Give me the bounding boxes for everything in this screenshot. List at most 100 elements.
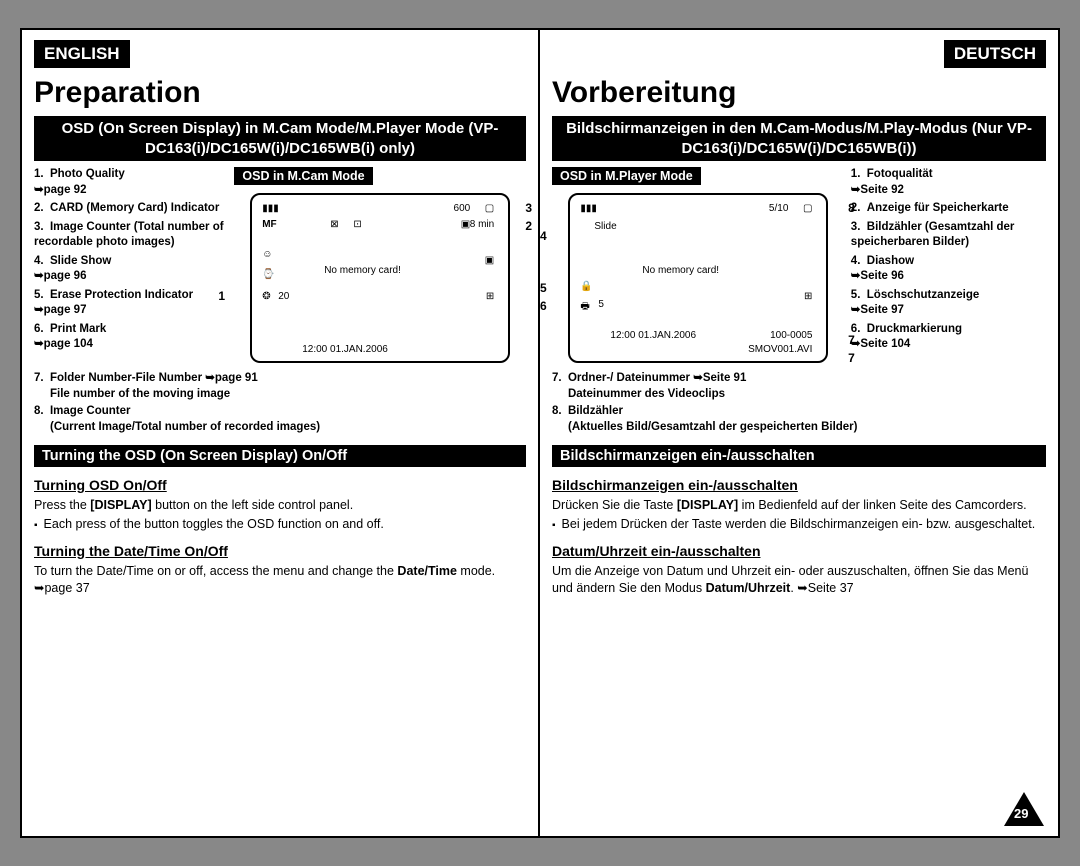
subhead-osd-onoff-de: Bildschirmanzeigen ein-/ausschalten bbox=[552, 477, 1046, 493]
column-deutsch: DEUTSCH Vorbereitung Bildschirmanzeigen … bbox=[540, 30, 1058, 836]
subhead-osd-onoff-en: Turning OSD On/Off bbox=[34, 477, 526, 493]
body-osd-onoff-de: Drücken Sie die Taste [DISPLAY] im Bedie… bbox=[552, 497, 1046, 533]
datetime-key: Date/Time bbox=[397, 564, 457, 578]
page-ref: ➥Seite 92 bbox=[851, 184, 904, 196]
osd-band-en: OSD (On Screen Display) in M.Cam Mode/M.… bbox=[34, 116, 526, 161]
osd-onoff-band-en: Turning the OSD (On Screen Display) On/O… bbox=[34, 445, 526, 467]
body-text: Press the bbox=[34, 498, 90, 512]
legend-sub: (Current Image/Total number of recorded … bbox=[50, 421, 320, 433]
battery-icon: ▮▮▮ bbox=[580, 203, 597, 214]
body-text: Drücken Sie die Taste bbox=[552, 498, 677, 512]
page-ref: ➥Seite 97 bbox=[851, 304, 904, 316]
legend-item: Folder Number-File Number ➥page 91 bbox=[50, 372, 258, 384]
legend-item: Bildzähler (Gesamtzahl der speicherbaren… bbox=[851, 221, 1015, 249]
legend-item: Print Mark bbox=[50, 323, 106, 335]
display-key: [DISPLAY] bbox=[677, 498, 738, 512]
card-icon: ▢ bbox=[485, 203, 494, 214]
page-ref: ➥page 96 bbox=[34, 270, 86, 282]
slide-label: Slide bbox=[594, 221, 616, 232]
manual-page: ENGLISH Preparation OSD (On Screen Displ… bbox=[20, 28, 1060, 838]
body-text: button on the left side control panel. bbox=[152, 498, 354, 512]
lcd-screen-mplayer: ▮▮▮ 5/10 ▢ Slide No memory card! 🔒 🖶 5 ⊞… bbox=[568, 193, 828, 363]
mf-icon: MF bbox=[262, 219, 276, 230]
legend-item: Photo Quality bbox=[50, 168, 125, 180]
body-datetime-de: Um die Anzeige von Datum und Uhrzeit ein… bbox=[552, 563, 1046, 597]
section-title-en: Preparation bbox=[34, 76, 526, 110]
legend-item: CARD (Memory Card) Indicator bbox=[50, 202, 219, 214]
body-text: im Bedienfeld auf der linken Seite des C… bbox=[738, 498, 1026, 512]
page-ref: ➥page 104 bbox=[34, 338, 93, 350]
datetime: 12:00 01.JAN.2006 bbox=[610, 330, 696, 341]
legend-item: Löschschutzanzeige bbox=[867, 289, 979, 301]
legend-continued-en: 7. Folder Number-File Number ➥page 91 Fi… bbox=[34, 371, 526, 435]
callout-5: 5 bbox=[540, 281, 547, 295]
lang-tab-english: ENGLISH bbox=[34, 40, 130, 68]
display-key: [DISPLAY] bbox=[90, 498, 151, 512]
datetime-key: Datum/Uhrzeit bbox=[706, 581, 791, 595]
legend-item: Slide Show bbox=[50, 255, 111, 267]
callout-4: 4 bbox=[540, 229, 547, 243]
counter-5-10: 5/10 bbox=[769, 203, 788, 214]
time-8min: 8 min bbox=[470, 219, 494, 230]
lang-tab-deutsch: DEUTSCH bbox=[944, 40, 1046, 68]
callout-7: 7 bbox=[848, 333, 855, 347]
folder-number: 100-0005 bbox=[770, 330, 812, 341]
page-ref: ➥Seite 104 bbox=[851, 338, 911, 350]
timer-icon: ⌚ bbox=[262, 269, 274, 280]
legend-item: Fotoqualität bbox=[867, 168, 933, 180]
grid-icon: ⊞ bbox=[804, 291, 812, 302]
screen-wrap: 4 5 6 8 7 7 ▮▮▮ 5/10 ▢ Slide No memory c… bbox=[552, 193, 845, 363]
mode-icons: ⊠ ⊡ bbox=[330, 219, 368, 230]
bullet-text: Each press of the button toggles the OSD… bbox=[44, 516, 384, 533]
subhead-datetime-de: Datum/Uhrzeit ein-/ausschalten bbox=[552, 543, 1046, 559]
legend-item: Anzeige für Speicherkarte bbox=[867, 202, 1009, 214]
osd-mode-label: OSD in M.Player Mode bbox=[552, 167, 701, 185]
page-ref: ➥Seite 96 bbox=[851, 270, 904, 282]
print-icon: 🖶 bbox=[580, 299, 589, 316]
osd-onoff-band-de: Bildschirmanzeigen ein-/ausschalten bbox=[552, 445, 1046, 467]
legend-item: Diashow bbox=[867, 255, 914, 267]
legend-sub: Dateinummer des Videoclips bbox=[568, 388, 725, 400]
battery-icon: ▮▮▮ bbox=[262, 203, 279, 214]
body-text: . ➥Seite 37 bbox=[790, 581, 853, 595]
legend-item: Image Counter bbox=[50, 405, 131, 417]
callout-7b: 7 bbox=[848, 351, 855, 365]
osd-figure-mplayer: OSD in M.Player Mode 4 5 6 8 7 7 ▮▮▮ 5/1… bbox=[552, 167, 845, 367]
face-icon: ☺ bbox=[262, 249, 272, 260]
photo-icon: ▣ bbox=[485, 255, 494, 266]
legend-item: Ordner-/ Dateinummer ➥Seite 91 bbox=[568, 372, 746, 384]
page-ref: ➥page 97 bbox=[34, 304, 86, 316]
clip-filename: SMOV001.AVI bbox=[748, 344, 812, 355]
count-20: 20 bbox=[278, 291, 289, 302]
fan-icon: ❂ bbox=[262, 291, 270, 302]
lock-icon: 🔒 bbox=[580, 281, 592, 292]
body-text: To turn the Date/Time on or off, access … bbox=[34, 564, 397, 578]
print-count: 5 bbox=[598, 299, 604, 310]
callout-8: 8 bbox=[848, 201, 855, 215]
bullet-text: Bei jedem Drücken der Taste werden die B… bbox=[562, 516, 1036, 533]
osd-figure-mcam: OSD in M.Cam Mode 1 3 2 ▮▮▮ MF 600 ▢ ▣ 8… bbox=[234, 167, 526, 367]
section-title-de: Vorbereitung bbox=[552, 76, 1046, 110]
page-ref: ➥page 92 bbox=[34, 184, 86, 196]
page-number-corner: 29 bbox=[1004, 792, 1044, 826]
datetime: 12:00 01.JAN.2006 bbox=[302, 344, 388, 355]
screen-wrap: 1 3 2 ▮▮▮ MF 600 ▢ ▣ 8 min ⊠ ⊡ No memory… bbox=[234, 193, 526, 363]
column-english: ENGLISH Preparation OSD (On Screen Displ… bbox=[22, 30, 540, 836]
osd-row-de: OSD in M.Player Mode 4 5 6 8 7 7 ▮▮▮ 5/1… bbox=[552, 167, 1046, 367]
legend-item: Bildzähler bbox=[568, 405, 623, 417]
callout-2: 2 bbox=[525, 219, 532, 233]
page-number: 29 bbox=[1014, 806, 1028, 821]
osd-legend-en: 1. Photo Quality➥page 92 2. CARD (Memory… bbox=[34, 167, 228, 367]
subhead-datetime-en: Turning the Date/Time On/Off bbox=[34, 543, 526, 559]
card-icon: ▢ bbox=[803, 203, 812, 214]
callout-6: 6 bbox=[540, 299, 547, 313]
legend-item: Erase Protection Indicator bbox=[50, 289, 193, 301]
osd-legend-de: 1. Fotoqualität➥Seite 92 2. Anzeige für … bbox=[851, 167, 1046, 367]
osd-band-de: Bildschirmanzeigen in den M.Cam-Modus/M.… bbox=[552, 116, 1046, 161]
no-memory-warning: No memory card! bbox=[324, 265, 401, 276]
no-memory-warning: No memory card! bbox=[642, 265, 719, 276]
body-osd-onoff-en: Press the [DISPLAY] button on the left s… bbox=[34, 497, 526, 533]
callout-3: 3 bbox=[525, 201, 532, 215]
osd-row-en: 1. Photo Quality➥page 92 2. CARD (Memory… bbox=[34, 167, 526, 367]
grid-icon: ⊞ bbox=[486, 291, 494, 302]
